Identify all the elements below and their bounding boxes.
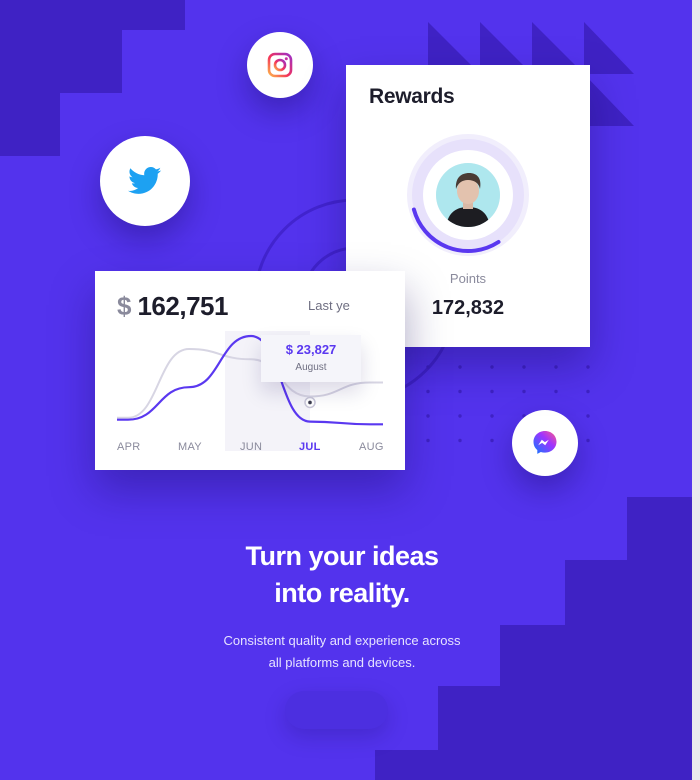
twitter-icon bbox=[128, 167, 162, 194]
landing-section: Rewards Points 172,832 $ 162,751 Last ye bbox=[0, 0, 700, 780]
chart-tooltip: $ 23,827 August bbox=[261, 335, 361, 382]
headline-line-2: into reality. bbox=[274, 578, 410, 608]
grid-dot bbox=[522, 365, 526, 369]
instagram-button[interactable] bbox=[247, 32, 313, 98]
subtitle-line-1: Consistent quality and experience across bbox=[223, 633, 461, 648]
avatar-person bbox=[436, 163, 500, 227]
x-tick-label: AUG bbox=[359, 441, 384, 453]
tooltip-label: August bbox=[295, 362, 327, 373]
grid-dot bbox=[458, 365, 462, 369]
messenger-icon bbox=[533, 431, 557, 454]
grid-dot bbox=[586, 438, 590, 443]
grid-dot bbox=[490, 438, 494, 443]
grid-dot bbox=[426, 414, 430, 418]
x-tick-label: JUL bbox=[299, 441, 321, 453]
grid-dot bbox=[458, 414, 462, 418]
active-point-center bbox=[308, 400, 312, 405]
cta-button[interactable] bbox=[285, 691, 388, 729]
messenger-button[interactable] bbox=[512, 410, 578, 476]
grid-dot bbox=[426, 438, 430, 443]
subtitle-line-2: all platforms and devices. bbox=[268, 655, 416, 670]
x-tick-label: MAY bbox=[178, 441, 202, 453]
grid-dot bbox=[586, 414, 590, 418]
instagram-icon bbox=[267, 52, 293, 78]
grid-dot bbox=[586, 365, 590, 369]
hero-subtitle: Consistent quality and experience across… bbox=[180, 630, 504, 674]
hero-headline: Turn your ideas into reality. bbox=[150, 538, 534, 612]
grid-dot bbox=[490, 414, 494, 418]
grid-dot bbox=[554, 365, 558, 369]
scrollbar[interactable] bbox=[692, 0, 700, 780]
grid-dot bbox=[426, 389, 430, 394]
grid-dot bbox=[490, 365, 494, 369]
tooltip-value: $ 23,827 bbox=[285, 342, 337, 357]
grid-dot bbox=[458, 438, 462, 443]
staircase-top-left bbox=[0, 0, 185, 156]
headline-line-1: Turn your ideas bbox=[245, 541, 439, 571]
grid-dot bbox=[490, 389, 494, 394]
x-tick-label: APR bbox=[117, 441, 141, 453]
avatar bbox=[433, 160, 503, 230]
twitter-button[interactable] bbox=[100, 136, 190, 226]
grid-dot bbox=[426, 365, 430, 369]
grid-dot bbox=[458, 389, 462, 394]
rewards-title: Rewards bbox=[369, 85, 455, 108]
grid-dot bbox=[554, 389, 558, 394]
x-tick-label: JUN bbox=[240, 441, 263, 453]
grid-dot bbox=[522, 389, 526, 394]
grid-dot bbox=[586, 389, 590, 394]
